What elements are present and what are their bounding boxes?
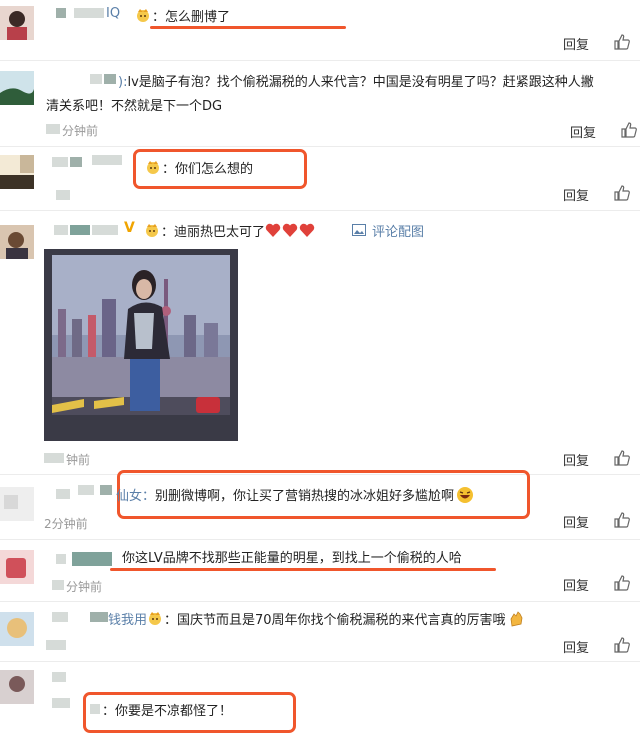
- comment-text: ：怎么删博了: [152, 6, 230, 25]
- highlight-underline: [110, 568, 496, 571]
- username-blur: [78, 485, 94, 495]
- comment-item: 钱我用 ：国庆节而且是70周年你找个偷税漏税的来代言真的厉害哦 回复: [0, 602, 640, 660]
- username-blur: [104, 74, 116, 84]
- timestamp: 钟前: [66, 453, 91, 467]
- clap-emoji-icon: [510, 611, 522, 627]
- thumbs-up-icon[interactable]: [620, 121, 638, 139]
- comment-item: V ：迪丽热巴太可了 评论配图 钟前 回复: [0, 211, 640, 473]
- comment-text: 你这LV品牌不找那些正能量的明星，到找上一个偷税的人哈: [122, 551, 462, 566]
- username-blur: [92, 155, 122, 165]
- comment-line: ):lv是脑子有泡？找个偷税漏税的人来代言？中国是没有明星了吗？赶紧跟这种人撇: [118, 71, 594, 90]
- comment-text: ：你要是不凉都怪了！: [102, 704, 233, 719]
- username-blur: [56, 8, 66, 18]
- heart-emoji-icon: [299, 223, 315, 237]
- username-blur: [90, 612, 108, 622]
- avatar[interactable]: [0, 155, 34, 189]
- timestamp-blur: [44, 453, 64, 463]
- image-icon: [352, 224, 366, 236]
- avatar[interactable]: [0, 550, 34, 584]
- comment-body: 迪丽热巴太可了: [174, 225, 266, 240]
- username-blur: [74, 8, 104, 18]
- reply-button[interactable]: 回复: [563, 450, 589, 469]
- reply-button[interactable]: 回复: [570, 122, 596, 141]
- username-blur: [56, 554, 66, 564]
- grin-emoji-icon: [457, 487, 474, 503]
- comment-body: 你们怎么想的: [175, 162, 254, 177]
- username-blur: [54, 225, 68, 235]
- timestamp-blur: [52, 580, 64, 590]
- separator: ：: [164, 613, 178, 628]
- username-suffix[interactable]: IQ: [106, 6, 120, 21]
- thumbs-up-icon[interactable]: [613, 184, 631, 202]
- reply-button[interactable]: 回复: [563, 512, 589, 531]
- thumbs-up-icon[interactable]: [613, 636, 631, 654]
- username-blur: [52, 672, 66, 682]
- username-blur: [92, 225, 118, 235]
- avatar[interactable]: [0, 487, 34, 521]
- username-blur: [100, 485, 112, 495]
- username-blur: [52, 612, 68, 622]
- comment-text: ：你们怎么想的: [162, 158, 253, 177]
- avatar[interactable]: [0, 71, 34, 105]
- thumbs-up-icon[interactable]: [613, 33, 631, 51]
- comment-item: ):lv是脑子有泡？找个偷税漏税的人来代言？中国是没有明星了吗？赶紧跟这种人撇 …: [0, 61, 640, 145]
- avatar[interactable]: [0, 6, 34, 40]
- reply-button[interactable]: 回复: [563, 185, 589, 204]
- comment-item: 你这LV品牌不找那些正能量的明星，到找上一个偷税的人哈 分钟前 回复: [0, 540, 640, 600]
- username-blur: [52, 698, 70, 708]
- username-blur: [90, 704, 100, 714]
- comment-body: 别删微博啊，你让买了营销热搜的冰冰姐好多尴尬啊: [155, 489, 455, 504]
- reply-button[interactable]: 回复: [563, 637, 589, 656]
- timestamp-blur: [56, 190, 70, 200]
- separator: ：: [152, 10, 166, 25]
- separator: ：: [162, 162, 176, 177]
- comment-item: 仙女：别删微博啊，你让买了营销热搜的冰冰姐好多尴尬啊 2分钟前 回复: [0, 470, 640, 538]
- username-blur: [72, 552, 112, 566]
- reply-button[interactable]: 回复: [563, 34, 589, 53]
- comment-text: ：迪丽热巴太可了: [161, 221, 316, 240]
- crown-emoji-icon: [146, 224, 158, 237]
- heart-emoji-icon: [265, 223, 281, 237]
- timestamp-blur: [46, 124, 60, 134]
- comment-line: 清关系吧！不然就是下一个DG: [46, 99, 223, 114]
- thumbs-up-icon[interactable]: [613, 449, 631, 467]
- highlight-underline: [150, 26, 346, 29]
- timestamp: 分钟前: [62, 124, 99, 138]
- crown-emoji-icon: [147, 161, 159, 174]
- comment-body: 国庆节而且是70周年你找个偷税漏税的来代言真的厉害哦: [177, 613, 506, 628]
- comment-item: ：你们怎么想的 回复: [0, 147, 640, 209]
- comment-body: 怎么删博了: [165, 10, 231, 25]
- crown-emoji-icon: [149, 612, 161, 625]
- comment-photo[interactable]: [44, 249, 238, 441]
- timestamp: 分钟前: [66, 580, 103, 594]
- vip-v-icon: V: [124, 220, 135, 236]
- thumbs-up-icon[interactable]: [613, 574, 631, 592]
- timestamp: 2分钟前: [44, 517, 88, 531]
- comment-image-link[interactable]: 评论配图: [372, 221, 424, 240]
- comment-text: ：国庆节而且是70周年你找个偷税漏税的来代言真的厉害哦: [164, 609, 526, 628]
- avatar[interactable]: [0, 670, 34, 704]
- thumbs-up-icon[interactable]: [613, 511, 631, 529]
- timestamp-blur: [46, 640, 66, 650]
- username-suffix[interactable]: 仙女：: [116, 489, 155, 504]
- username-blur: [70, 225, 90, 235]
- crown-emoji-icon: [137, 9, 149, 22]
- heart-emoji-icon: [282, 223, 298, 237]
- avatar[interactable]: [0, 612, 34, 646]
- comment-item: ：你要是不凉都怪了！: [0, 662, 640, 733]
- avatar[interactable]: [0, 225, 34, 259]
- comment-item: IQ ：怎么删博了 回复: [0, 0, 640, 60]
- username-blur: [56, 489, 70, 499]
- separator: ：: [161, 225, 175, 240]
- username-blur: [52, 157, 68, 167]
- reply-button[interactable]: 回复: [563, 575, 589, 594]
- username-blur: [70, 157, 82, 167]
- username-suffix[interactable]: 钱我用: [108, 609, 147, 628]
- comment-body: lv是脑子有泡？找个偷税漏税的人来代言？中国是没有明星了吗？赶紧跟这种人撇: [127, 75, 594, 90]
- comment-text: 仙女：别删微博啊，你让买了营销热搜的冰冰姐好多尴尬啊: [116, 485, 474, 504]
- username-blur: [90, 74, 102, 84]
